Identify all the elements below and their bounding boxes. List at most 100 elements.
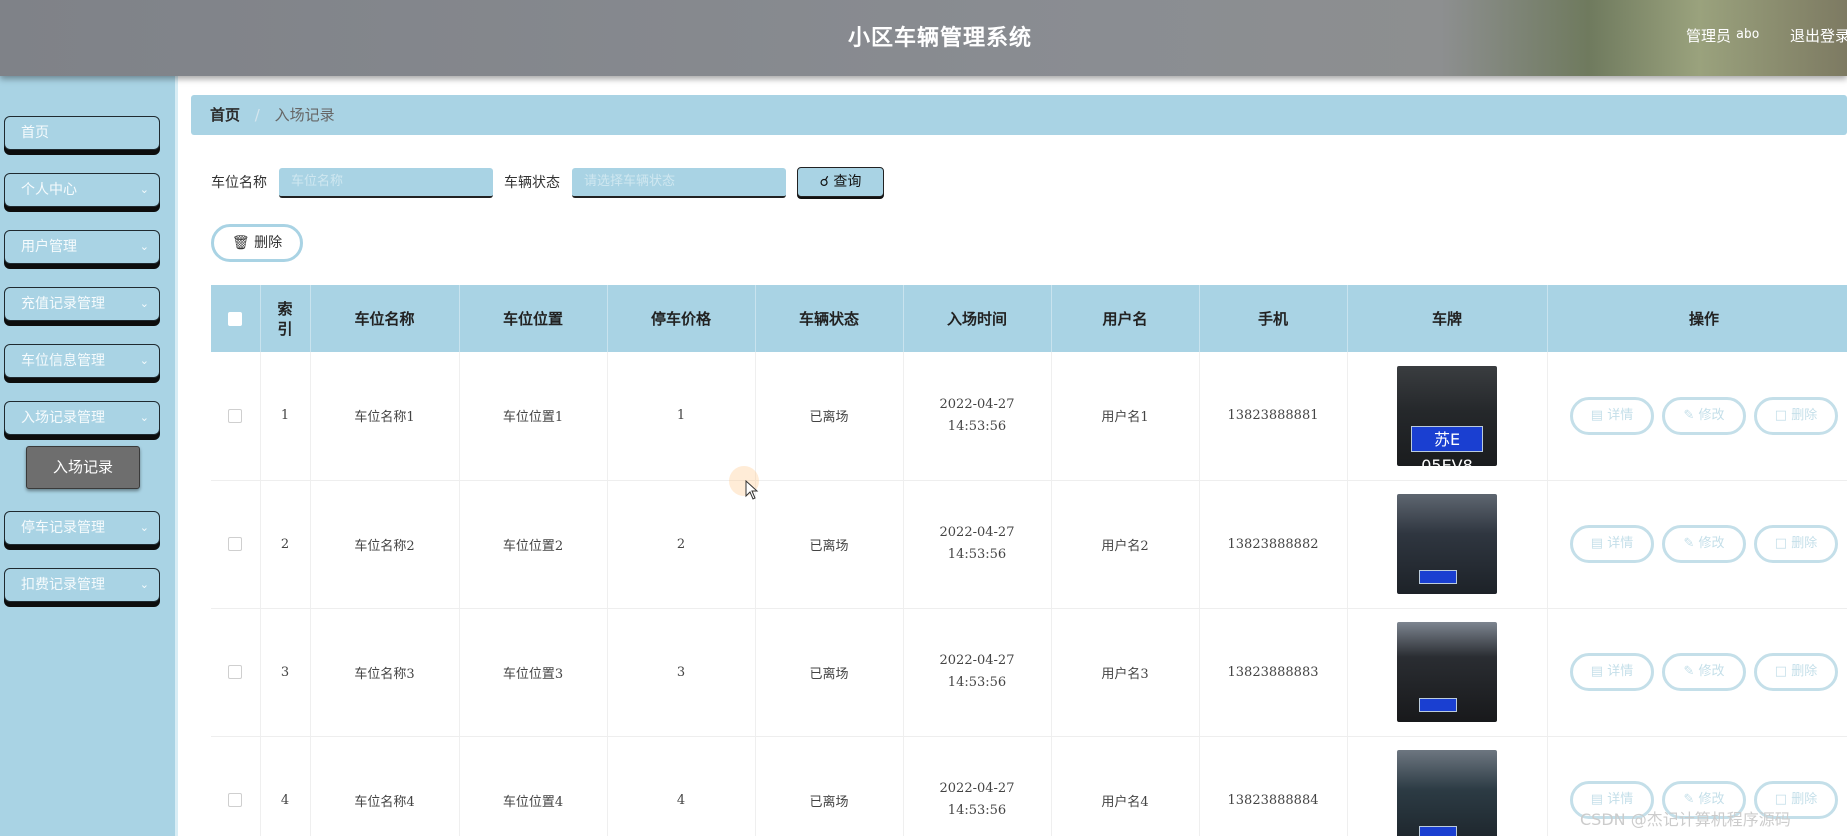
plate-badge bbox=[1419, 698, 1457, 712]
plate-text: 苏E 05EV8 bbox=[1411, 425, 1483, 466]
col-price: 停车价格 bbox=[607, 285, 756, 352]
chevron-down-icon: ⌄ bbox=[139, 183, 149, 196]
cell-price: 2 bbox=[607, 480, 756, 609]
plate-badge bbox=[1419, 826, 1457, 836]
chevron-down-icon: ⌄ bbox=[139, 354, 149, 367]
cell-price: 1 bbox=[607, 352, 756, 481]
chevron-down-icon: ⌄ bbox=[139, 578, 149, 591]
sidebar-item-parking-records[interactable]: 停车记录管理 ⌄ bbox=[4, 511, 160, 545]
select-all-cell[interactable] bbox=[211, 285, 261, 352]
sidebar-item-label: 个人中心 bbox=[21, 182, 77, 198]
row-select-cell[interactable] bbox=[211, 608, 261, 737]
row-checkbox[interactable] bbox=[228, 537, 243, 551]
sidebar-item-profile[interactable]: 个人中心 ⌄ bbox=[4, 173, 160, 207]
row-select-cell[interactable] bbox=[211, 480, 261, 609]
breadcrumb-separator: / bbox=[254, 106, 260, 124]
detail-label: 详情 bbox=[1607, 792, 1634, 807]
delete-label: 删除 bbox=[1791, 407, 1818, 423]
delete-button[interactable]: □ 删除 bbox=[1754, 653, 1838, 691]
sidebar-subitem-entry-record[interactable]: 入场记录 bbox=[26, 446, 140, 489]
row-select-cell[interactable] bbox=[211, 352, 261, 481]
table-header-row: 索引 车位名称 车位位置 停车价格 车辆状态 入场时间 用户名 手机 车牌 操作 bbox=[211, 285, 1847, 352]
cell-position: 车位位置2 bbox=[459, 480, 608, 609]
cell-user: 用户名1 bbox=[1051, 352, 1200, 481]
sidebar-item-label: 入场记录管理 bbox=[21, 410, 105, 426]
row-checkbox[interactable] bbox=[228, 665, 243, 679]
cell-index: 3 bbox=[260, 608, 311, 737]
cell-plate: 苏E 05EV8 bbox=[1347, 352, 1548, 481]
sidebar-item-home[interactable]: 首页 bbox=[4, 116, 160, 150]
cell-user: 用户名2 bbox=[1051, 480, 1200, 609]
cell-time: 2022-04-27 14:53:56 bbox=[903, 480, 1052, 609]
delete-button[interactable]: □ 删除 bbox=[1754, 525, 1838, 563]
row-select-cell[interactable] bbox=[211, 736, 261, 836]
cell-plate bbox=[1347, 608, 1548, 737]
col-index: 索引 bbox=[260, 285, 311, 352]
search-icon: ☌ bbox=[819, 174, 829, 190]
trash-icon: □ bbox=[1774, 792, 1788, 807]
plate-image[interactable]: 苏E 05EV8 bbox=[1397, 365, 1497, 466]
edit-button[interactable]: ✎ 修改 bbox=[1662, 525, 1746, 563]
pencil-icon: ✎ bbox=[1683, 536, 1695, 551]
search-name-input[interactable] bbox=[279, 168, 493, 198]
mouse-pointer-icon bbox=[745, 480, 759, 500]
top-header: 小区车辆管理系统 管理员 abo 退出登录 bbox=[0, 0, 1847, 76]
plate-image[interactable] bbox=[1397, 750, 1497, 836]
edit-button[interactable]: ✎ 修改 bbox=[1662, 653, 1746, 691]
watermark: CSDN @杰记计算机程序源码 bbox=[1580, 810, 1791, 829]
cell-name: 车位名称1 bbox=[310, 352, 460, 481]
row-checkbox[interactable] bbox=[228, 408, 243, 423]
sidebar-item-label: 扣费记录管理 bbox=[21, 577, 105, 593]
col-actions: 操作 bbox=[1547, 285, 1847, 352]
cell-phone: 13823888884 bbox=[1199, 736, 1348, 836]
cell-price: 4 bbox=[607, 736, 756, 836]
detail-button[interactable]: ▤ 详情 bbox=[1570, 525, 1654, 563]
sidebar-item-recharge[interactable]: 充值记录管理 ⌄ bbox=[4, 287, 160, 321]
cell-position: 车位位置4 bbox=[459, 736, 608, 836]
sidebar-item-label: 停车记录管理 bbox=[21, 520, 105, 536]
plate-image[interactable] bbox=[1397, 494, 1497, 594]
edit-label: 修改 bbox=[1698, 664, 1725, 679]
logout-link[interactable]: 退出登录 bbox=[1790, 25, 1847, 46]
col-user: 用户名 bbox=[1051, 285, 1200, 352]
document-icon: ▤ bbox=[1590, 407, 1604, 423]
search-status-select[interactable] bbox=[572, 168, 786, 198]
chevron-down-icon: ⌄ bbox=[139, 411, 149, 424]
delete-button[interactable]: □ 删除 bbox=[1754, 396, 1838, 435]
col-time: 入场时间 bbox=[903, 285, 1052, 352]
sidebar-item-parking-info[interactable]: 车位信息管理 ⌄ bbox=[4, 344, 160, 378]
sidebar-item-label: 充值记录管理 bbox=[21, 296, 105, 312]
detail-label: 详情 bbox=[1607, 664, 1634, 679]
col-plate: 车牌 bbox=[1347, 285, 1548, 352]
col-status: 车辆状态 bbox=[755, 285, 904, 352]
app-root: 小区车辆管理系统 管理员 abo 退出登录 首页 个人中心 ⌄ 用户管理 ⌄ 充… bbox=[0, 0, 1847, 836]
sidebar-item-entry-records[interactable]: 入场记录管理 ⌄ bbox=[4, 401, 160, 435]
plate-image[interactable] bbox=[1397, 622, 1497, 722]
cell-price: 3 bbox=[607, 608, 756, 737]
detail-button[interactable]: ▤ 详情 bbox=[1570, 396, 1654, 435]
cell-time: 2022-04-27 14:53:56 bbox=[903, 736, 1052, 836]
select-all-checkbox[interactable] bbox=[228, 312, 243, 326]
app-title: 小区车辆管理系统 bbox=[847, 25, 1032, 51]
cell-plate bbox=[1347, 480, 1548, 609]
sidebar-item-users[interactable]: 用户管理 ⌄ bbox=[4, 230, 160, 264]
breadcrumb-current: 入场记录 bbox=[274, 106, 335, 124]
detail-label: 详情 bbox=[1607, 536, 1634, 551]
delete-label: 删除 bbox=[1791, 792, 1818, 807]
plate-badge bbox=[1419, 570, 1457, 584]
user-role: 管理员 bbox=[1686, 27, 1732, 45]
trash-icon: 🗑 bbox=[231, 235, 250, 251]
edit-button[interactable]: ✎ 修改 bbox=[1662, 396, 1746, 435]
batch-delete-button[interactable]: 🗑 删除 bbox=[211, 224, 303, 262]
query-button[interactable]: ☌ 查询 bbox=[797, 167, 884, 197]
sidebar-item-fee-records[interactable]: 扣费记录管理 ⌄ bbox=[4, 568, 160, 602]
cell-index: 4 bbox=[260, 736, 311, 836]
detail-button[interactable]: ▤ 详情 bbox=[1570, 653, 1654, 691]
cell-user: 用户名3 bbox=[1051, 608, 1200, 737]
cell-time: 2022-04-27 14:53:56 bbox=[903, 352, 1052, 481]
row-checkbox[interactable] bbox=[228, 793, 243, 807]
cell-time: 2022-04-27 14:53:56 bbox=[903, 608, 1052, 737]
cell-index: 1 bbox=[260, 352, 311, 481]
trash-icon: □ bbox=[1774, 407, 1788, 423]
breadcrumb-home[interactable]: 首页 bbox=[210, 106, 240, 124]
